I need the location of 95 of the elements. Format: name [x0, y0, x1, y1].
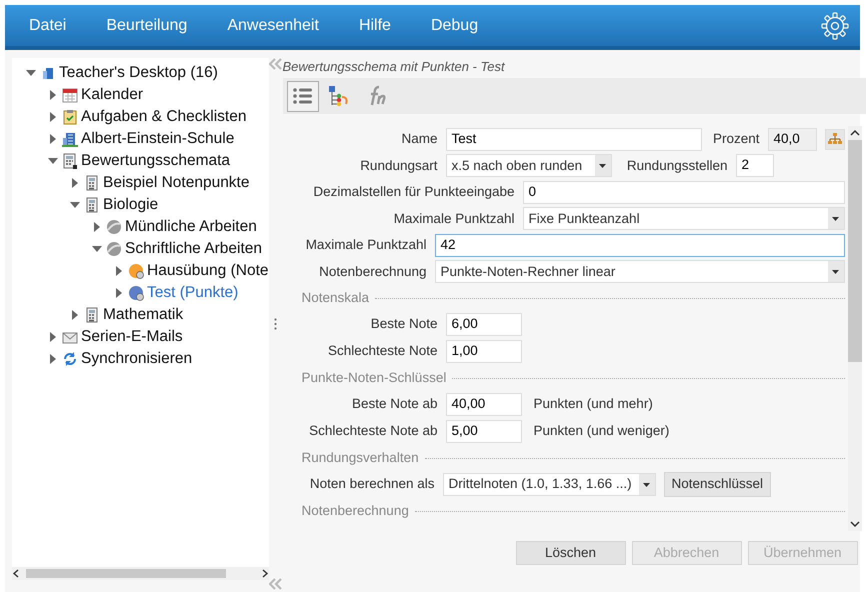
caret-icon — [643, 482, 650, 486]
scrollbar-thumb[interactable] — [848, 140, 862, 362]
tree-item-label[interactable]: Schriftliche Arbeiten — [125, 237, 262, 261]
pie-icon — [128, 263, 144, 279]
pie-icon — [128, 285, 144, 301]
field-label: Name — [400, 130, 438, 148]
building-icon — [62, 131, 78, 147]
tree-item-label[interactable]: Biologie — [103, 193, 158, 217]
input-field[interactable]: 2 — [736, 154, 774, 178]
field-label: Beste Note — [370, 315, 438, 334]
calendar-icon — [62, 87, 78, 103]
dropdown[interactable]: Fixe Punkteanzahl — [522, 207, 844, 230]
expand-arrow-icon[interactable] — [48, 112, 58, 122]
expand-arrow-icon[interactable] — [114, 266, 124, 276]
menu-item[interactable]: Beurteilung — [96, 14, 218, 38]
hierarchy-icon — [828, 133, 842, 146]
menu-item[interactable]: Anwesenheit — [217, 14, 349, 38]
field-label: Beste Note ab — [350, 395, 438, 414]
scroll-left-icon[interactable] — [12, 569, 20, 578]
menu-item[interactable]: Datei — [19, 14, 96, 38]
splitter-handle-icon[interactable] — [274, 318, 277, 330]
panel-title: Bewertungsschema mit Punkten - Test — [282, 58, 506, 76]
collapse-arrow-icon[interactable] — [70, 200, 80, 210]
field-label: Notenberechnung — [318, 262, 426, 281]
input-field[interactable]: 40,00 — [446, 393, 522, 416]
field-label: Dezimalstellen für Punkteeingabe — [312, 183, 514, 202]
tree-item-label[interactable]: Mündliche Arbeiten — [125, 215, 257, 239]
field-label: Maximale Punktzahl — [392, 210, 514, 228]
dropdown[interactable]: Punkte-Noten-Rechner linear — [434, 260, 844, 284]
calculator-icon — [84, 197, 100, 213]
sphere-icon — [106, 241, 122, 257]
field-label: Rundungsart — [359, 156, 438, 175]
scroll-up-icon[interactable] — [850, 129, 860, 137]
tree-item-label[interactable]: Serien-E-Mails — [81, 325, 183, 349]
input-field[interactable]: 1,00 — [446, 340, 522, 363]
input-field[interactable]: Test — [446, 128, 702, 151]
clipboard-icon — [62, 109, 78, 125]
expand-arrow-icon[interactable] — [70, 178, 80, 188]
readonly-field: 40,0 — [768, 128, 816, 151]
section-title: Notenberechnung — [302, 502, 409, 520]
expand-arrow-icon[interactable] — [114, 288, 124, 298]
input-field[interactable]: 6,00 — [446, 313, 522, 336]
collapse-arrow-icon[interactable] — [26, 68, 36, 78]
expand-arrow-icon[interactable] — [48, 134, 58, 144]
settings-icon[interactable] — [820, 10, 850, 40]
tree-item-label[interactable]: Aufgaben & Checklisten — [81, 105, 246, 129]
book-icon — [40, 65, 56, 81]
field-label: Noten berechnen als — [308, 475, 434, 494]
notenschluessel-button[interactable]: Notenschlüssel — [664, 472, 772, 497]
expand-arrow-icon[interactable] — [48, 90, 58, 100]
input-field[interactable]: 42 — [434, 234, 844, 257]
field-label: Prozent — [712, 130, 760, 148]
tree-item-label[interactable]: Mathematik — [103, 303, 184, 327]
tree-item-label[interactable]: Synchronisieren — [81, 347, 192, 371]
calculator-icon — [84, 175, 100, 191]
caret-icon — [832, 270, 839, 274]
tree-item-label[interactable]: Test (Punkte) — [147, 281, 238, 305]
caret-icon — [832, 216, 839, 221]
menu-item[interactable]: Hilfe — [348, 14, 421, 38]
unit-label: Punkten (und mehr) — [534, 395, 653, 414]
tree-item-label[interactable]: Hausübung (Note — [147, 259, 268, 283]
calculator-icon — [62, 153, 78, 169]
expand-arrow-icon[interactable] — [48, 332, 58, 342]
list-icon[interactable] — [286, 80, 318, 112]
expand-arrow-icon[interactable] — [48, 354, 58, 364]
field-label: Maximale Punktzahl — [304, 236, 426, 254]
input-field[interactable]: 5,00 — [446, 420, 522, 443]
expand-arrow-icon[interactable] — [92, 222, 102, 232]
action-button[interactable]: Löschen — [516, 541, 626, 565]
tree-item-label[interactable]: Teacher's Desktop (16) — [59, 61, 218, 85]
field-label: Schlechteste Note — [326, 342, 438, 360]
section-title: Notenskala — [302, 288, 370, 307]
caret-icon — [599, 164, 606, 168]
expand-arrow-icon[interactable] — [70, 310, 80, 320]
unit-label: Punkten (und weniger) — [534, 422, 670, 440]
menu-item[interactable]: Debug — [420, 14, 508, 38]
collapse-arrow-icon[interactable] — [48, 156, 58, 166]
field-label: Rundungsstellen — [626, 156, 728, 175]
tree-item-label[interactable]: Beispiel Notenpunkte — [103, 171, 250, 195]
tree-item-label[interactable]: Kalender — [81, 83, 144, 107]
section-title: Rundungsverhalten — [302, 448, 419, 467]
scroll-down-icon[interactable] — [850, 520, 860, 528]
section-title: Punkte-Noten-Schlüssel — [302, 368, 446, 387]
collapse-arrow-icon[interactable] — [92, 244, 102, 254]
input-field[interactable]: 0 — [522, 180, 844, 204]
calculator-icon — [84, 307, 100, 323]
sync-icon — [62, 351, 78, 367]
scrollbar-thumb[interactable] — [26, 569, 226, 578]
dropdown[interactable]: Drittelnoten (1.0, 1.33, 1.66 ...) — [442, 473, 656, 496]
dropdown[interactable]: x.5 nach oben runden — [446, 154, 612, 178]
sphere-icon — [106, 219, 122, 235]
scroll-right-icon[interactable] — [260, 569, 268, 578]
tree-item-label[interactable]: Bewertungsschemata — [81, 149, 230, 173]
field-label: Schlechteste Note ab — [308, 422, 438, 440]
tree-item-label[interactable]: Albert-Einstein-Schule — [81, 127, 234, 151]
